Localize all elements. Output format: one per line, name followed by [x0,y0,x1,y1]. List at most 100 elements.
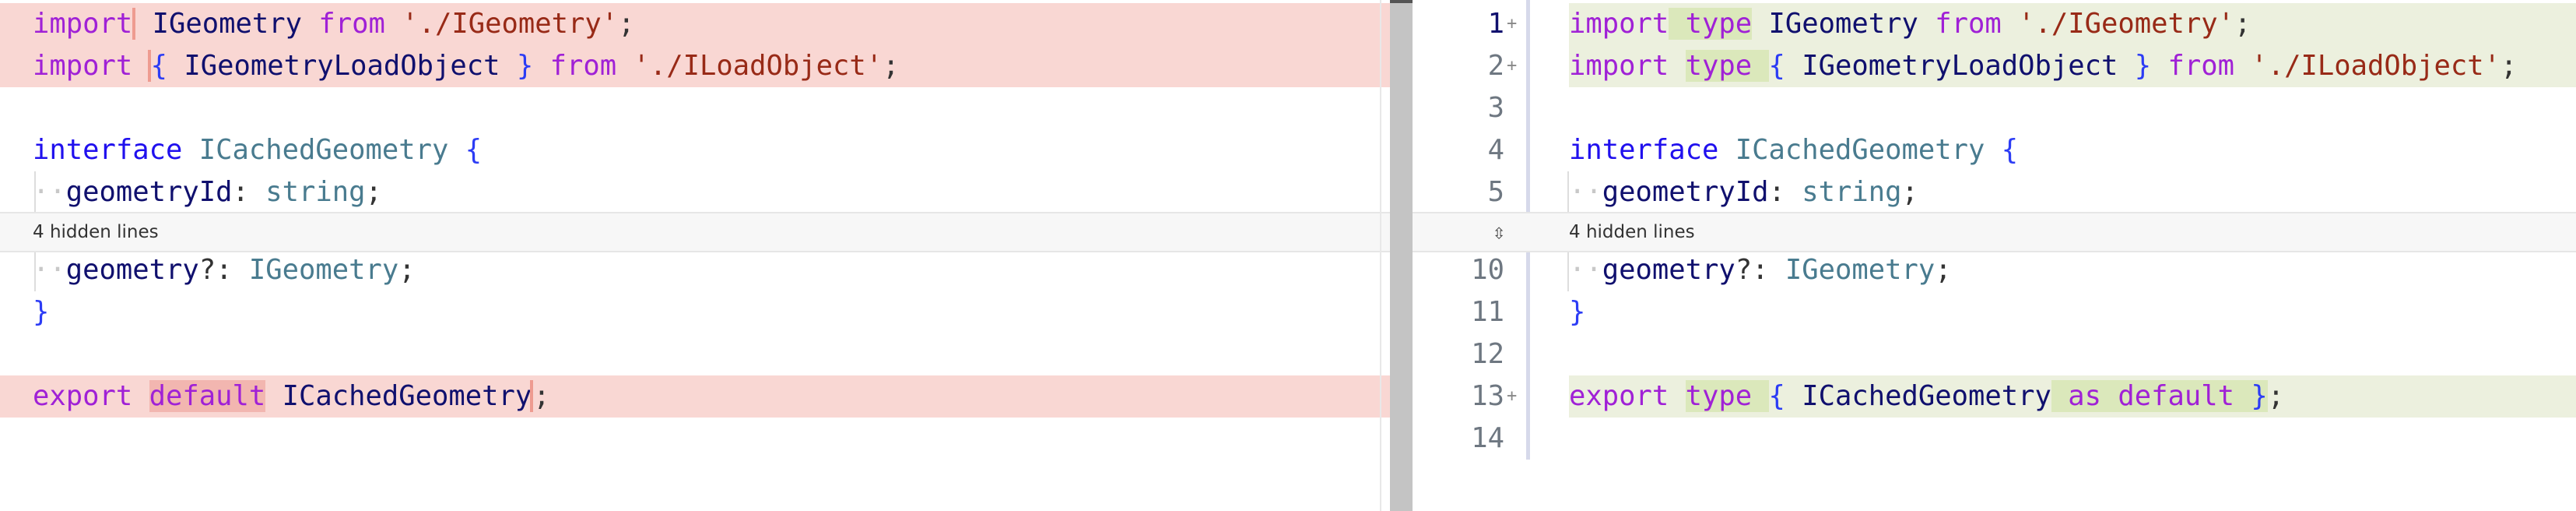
line-number[interactable]: 3 [1413,87,1504,129]
code-line: 4 interface ICachedGeometry { [1413,129,2576,171]
added-line: 13 + export type { ICachedGeometry as defa… [1413,375,2576,418]
code-line: 14 [1413,418,2576,460]
code-token: interface [33,134,183,166]
code-token: './IGeometry' [384,8,619,40]
code-text[interactable]: export default ICachedGeometry; [33,375,550,418]
code-text[interactable]: import type IGeometry from './IGeometry'… [1569,3,2251,45]
hidden-lines-bar[interactable]: ⇳ 4 hidden lines [1413,212,2576,252]
code-token: { [1768,50,1785,82]
code-token: import [33,50,149,82]
line-number[interactable]: 2 [1413,45,1504,87]
code-text[interactable]: } [33,291,49,333]
code-text[interactable]: ··geometryId: string; [1569,171,1918,213]
code-text[interactable]: ··geometry?: IGeometry; [1569,249,1952,291]
code-token: string [265,176,366,208]
code-token: geometry [1602,254,1735,286]
code-token: geometryId [65,176,233,208]
code-token: } [33,296,50,328]
code-token: ·· [33,176,66,208]
code-token: import [1569,50,1686,82]
code-token: ICachedGeometry [1785,380,2051,412]
code-token: ICachedGeometry [1718,134,1985,166]
added-marker-icon: + [1507,14,1518,33]
code-line: ··geometryId: string; [0,171,1390,213]
code-token: ; [2234,8,2251,40]
line-number[interactable]: 5 [1413,171,1504,213]
code-text[interactable]: import IGeometry from './IGeometry'; [33,3,634,45]
line-number[interactable]: 14 [1413,418,1504,460]
code-token: ; [1935,254,1952,286]
deleted-line: import IGeometry from './IGeometry'; [0,3,1390,45]
code-token: ; [2500,50,2518,82]
code-text[interactable]: } [1569,291,1585,333]
code-token: : [1768,176,1802,208]
hidden-lines-label[interactable]: 4 hidden lines [33,213,159,251]
code-token: from [1935,8,2002,40]
code-token: from [2151,50,2234,82]
scroll-thumb[interactable] [1390,0,1413,3]
scrollbar[interactable] [1390,0,1413,511]
code-text[interactable]: export type { ICachedGeometry as default… [1569,375,2284,418]
pane-divider [1380,0,1381,511]
code-token: } [516,50,534,82]
code-token: string [1802,176,1902,208]
code-text[interactable]: ··geometry?: IGeometry; [33,249,416,291]
code-token: type [1685,380,1769,412]
code-token: ; [2267,380,2285,412]
code-token: } [2251,380,2268,412]
line-number[interactable]: 4 [1413,129,1504,171]
code-token: ; [1901,176,1918,208]
code-token: IGeometryLoadObject [167,50,517,82]
code-token: { [1985,134,2019,166]
code-token: { [1768,380,1785,412]
code-token: ·· [33,254,66,286]
code-token: './IGeometry' [2001,8,2234,40]
code-token: : [232,176,266,208]
added-line: 2 + import type { IGeometryLoadObject } fr… [1413,45,2576,87]
code-token: geometry [65,254,199,286]
code-token: ; [398,254,416,286]
hidden-lines-label[interactable]: 4 hidden lines [1569,213,1695,251]
code-line: 3 [1413,87,2576,129]
hidden-lines-bar[interactable]: 4 hidden lines [0,212,1390,252]
code-token: import [33,8,136,40]
code-text[interactable]: interface ICachedGeometry { [33,129,482,171]
code-token: from [318,8,385,40]
code-text[interactable]: interface ICachedGeometry { [1569,129,2018,171]
code-text[interactable]: ··geometryId: string; [33,171,382,213]
code-token: ; [530,380,550,412]
code-token: geometryId [1602,176,1769,208]
code-line: 5 ··geometryId: string; [1413,171,2576,213]
line-number[interactable]: 1 [1413,3,1504,45]
line-number[interactable]: 13 [1413,375,1504,418]
expand-vertical-icon[interactable]: ⇳ [1490,218,1508,246]
added-marker-icon: + [1507,56,1518,76]
code-token: from [533,50,617,82]
code-token: IGeometry [1752,8,1936,40]
code-token: ICachedGeometry [265,380,532,412]
code-token: } [2134,50,2152,82]
code-token: { [448,134,483,166]
code-token: ·· [1569,176,1602,208]
code-text[interactable]: import { IGeometryLoadObject } from './I… [33,45,899,87]
code-token: as default [2051,380,2251,412]
line-number[interactable]: 10 [1413,249,1504,291]
code-text[interactable]: import type { IGeometryLoadObject } from… [1569,45,2517,87]
deleted-line: export default ICachedGeometry; [0,375,1390,418]
code-token: } [1569,296,1586,328]
deleted-line: import { IGeometryLoadObject } from './I… [0,45,1390,87]
line-number[interactable]: 11 [1413,291,1504,333]
code-token: ; [883,50,900,82]
line-number[interactable]: 12 [1413,333,1504,375]
added-marker-icon: + [1507,386,1518,406]
code-token: './ILoadObject' [616,50,883,82]
added-line: 1 + import type IGeometry from './IGeometr… [1413,3,2576,45]
code-token: IGeometry [248,254,399,286]
code-token: type [1685,50,1769,82]
code-token: IGeometryLoadObject [1785,50,2135,82]
code-token: export [1569,380,1686,412]
code-line: interface ICachedGeometry { [0,129,1390,171]
code-token: ·· [1569,254,1602,286]
code-line: 11} [1413,291,2576,333]
